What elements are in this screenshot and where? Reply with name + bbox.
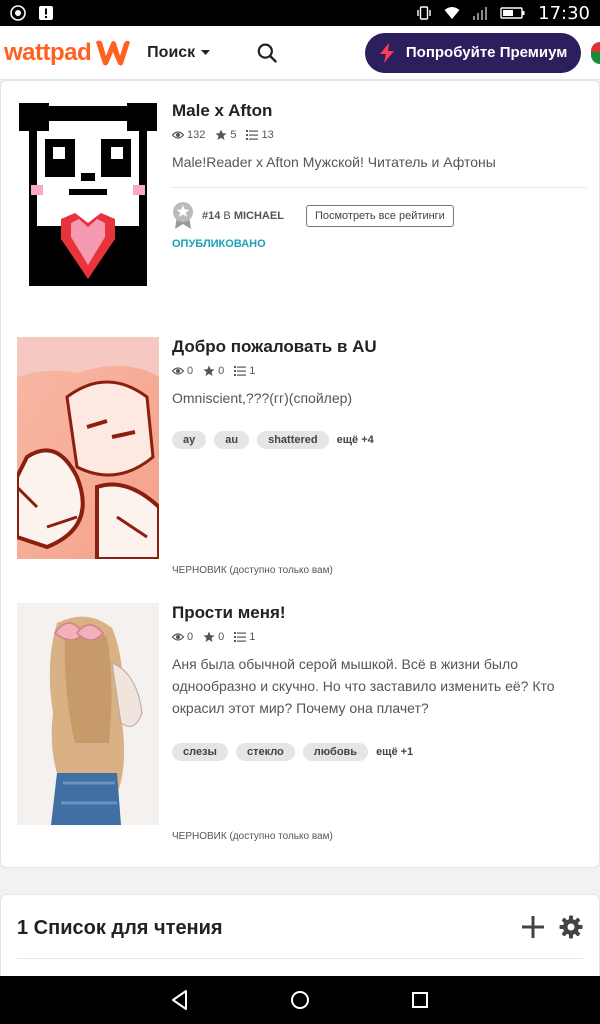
list-icon — [234, 366, 247, 376]
premium-label: Попробуйте Премиум — [405, 44, 568, 61]
search-menu[interactable]: Поиск — [147, 43, 211, 62]
draft-status: ЧЕРНОВИК (доступно только вам) — [172, 565, 333, 576]
recent-apps-icon[interactable] — [408, 988, 432, 1012]
story-description: Аня была обычной серой мышкой. Всё в жиз… — [172, 656, 555, 716]
story-description: Male!Reader x Afton Мужской! Читатель и … — [172, 154, 496, 170]
home-icon[interactable] — [288, 988, 312, 1012]
wattpad-logo[interactable]: wattpad — [4, 38, 133, 68]
plus-icon[interactable] — [521, 915, 545, 939]
story-cover[interactable] — [17, 337, 159, 559]
star-icon — [203, 631, 215, 642]
divider — [17, 958, 583, 959]
tag[interactable]: au — [214, 431, 250, 449]
alert-notification-icon — [39, 6, 53, 20]
parts-count: 1 — [249, 365, 256, 377]
story-title[interactable]: Добро пожаловать в AU — [172, 337, 587, 357]
story-cover[interactable] — [17, 101, 159, 323]
votes-count: 0 — [218, 631, 225, 643]
divider — [172, 187, 587, 188]
more-tags-link[interactable]: ещё +4 — [337, 434, 374, 446]
au-cover-image — [17, 337, 159, 559]
list-icon — [234, 632, 247, 642]
navigation-bar — [0, 976, 600, 1024]
tag[interactable]: ay — [172, 431, 207, 449]
star-icon — [215, 129, 227, 140]
wattpad-w-icon — [96, 40, 131, 65]
published-status: ОПУБЛИКОВАНО — [172, 238, 266, 250]
avatar[interactable] — [590, 41, 600, 64]
list-icon — [246, 130, 259, 140]
tag[interactable]: стекло — [235, 743, 295, 761]
wifi-icon — [444, 7, 460, 19]
eye-icon — [172, 367, 184, 375]
story-info: Добро пожаловать в AU 0 0 1 Omniscient,?… — [172, 337, 587, 449]
tag[interactable]: shattered — [257, 431, 329, 449]
views-count: 0 — [187, 365, 194, 377]
views-count: 132 — [187, 129, 206, 141]
story-stats: 132 5 13 — [172, 129, 587, 141]
search-icon[interactable] — [256, 41, 278, 65]
logo-text: wattpad — [4, 38, 92, 66]
story-description: Omniscient,???(гг)(спойлер) — [172, 390, 353, 406]
story-stats: 0 0 1 — [172, 631, 587, 643]
reading-list-actions — [521, 915, 583, 939]
battery-icon — [500, 7, 525, 19]
parts-count: 1 — [249, 631, 256, 643]
back-icon[interactable] — [168, 988, 192, 1012]
try-premium-button[interactable]: Попробуйте Премиум — [364, 32, 581, 73]
rank-in: В — [223, 210, 231, 222]
chrome-notification-icon — [10, 5, 26, 21]
story-item[interactable]: Male x Afton 132 5 13 Male!Reader x Afto… — [17, 101, 587, 321]
search-menu-label: Поиск — [147, 43, 196, 61]
story-title[interactable]: Male x Afton — [172, 101, 587, 121]
signal-icon — [473, 7, 488, 20]
star-icon — [203, 365, 215, 376]
more-tags-link[interactable]: ещё +1 — [376, 746, 413, 758]
gear-icon[interactable] — [559, 915, 583, 939]
draft-status: ЧЕРНОВИК (доступно только вам) — [172, 831, 333, 842]
clock: 17:30 — [538, 2, 590, 24]
stories-card: Male x Afton 132 5 13 Male!Reader x Afto… — [0, 80, 600, 868]
story-title[interactable]: Прости меня! — [172, 603, 587, 623]
story-item[interactable]: Добро пожаловать в AU 0 0 1 Omniscient,?… — [17, 337, 587, 582]
tag-list: слезы стекло любовь ещё +1 — [172, 743, 587, 761]
caret-down-icon — [201, 49, 211, 55]
vibrate-icon — [417, 6, 431, 20]
eye-icon — [172, 131, 184, 139]
story-cover[interactable] — [17, 603, 159, 825]
views-count: 0 — [187, 631, 194, 643]
reading-list-card: 1 Список для чтения — [0, 894, 600, 984]
votes-count: 5 — [230, 129, 237, 141]
app-header: wattpad Поиск Попробуйте Премиум — [0, 26, 600, 80]
eye-icon — [172, 633, 184, 641]
tag[interactable]: слезы — [172, 743, 228, 761]
tag[interactable]: любовь — [302, 743, 369, 761]
tag-list: ay au shattered ещё +4 — [172, 431, 587, 449]
rank-badge-icon — [173, 202, 193, 229]
votes-count: 0 — [218, 365, 225, 377]
rank-tag: MICHAEL — [233, 210, 284, 222]
parts-count: 13 — [261, 129, 274, 141]
story-info: Прости меня! 0 0 1 Аня была обычной серо… — [172, 603, 587, 761]
story-info: Male x Afton 132 5 13 Male!Reader x Afto… — [172, 101, 587, 250]
story-item[interactable]: Прости меня! 0 0 1 Аня была обычной серо… — [17, 603, 587, 853]
status-bar: 17:30 — [0, 0, 600, 26]
view-all-rankings-button[interactable]: Посмотреть все рейтинги — [305, 205, 454, 227]
rank-text: #14 В MICHAEL — [202, 210, 284, 222]
story-stats: 0 0 1 — [172, 365, 587, 377]
girl-cover-image — [17, 603, 159, 825]
reading-list-title: 1 Список для чтения — [17, 917, 223, 939]
ranking-row: #14 В MICHAEL Посмотреть все рейтинги — [172, 202, 587, 230]
rank-number: #14 — [202, 210, 221, 222]
panda-cover-image — [17, 101, 159, 291]
lightning-icon — [379, 42, 394, 63]
